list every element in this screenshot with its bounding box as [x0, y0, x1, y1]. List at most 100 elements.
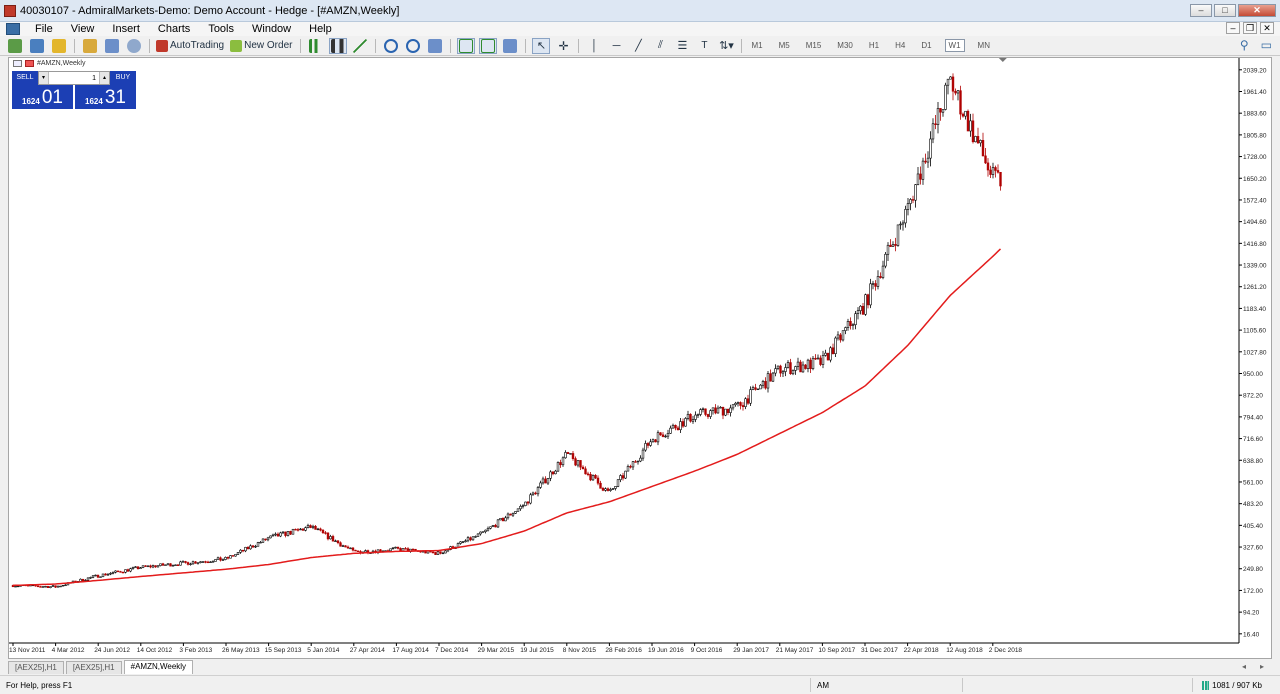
menu-charts[interactable]: Charts [149, 23, 199, 35]
candle-body [774, 368, 777, 374]
candle-body [741, 405, 745, 407]
candle-body [251, 545, 255, 548]
candle-body [516, 508, 520, 512]
close-button[interactable]: ✕ [1238, 4, 1276, 17]
menu-help[interactable]: Help [300, 23, 341, 35]
profiles-button[interactable] [28, 38, 46, 54]
candle-body [986, 162, 990, 171]
candle-body [764, 381, 767, 389]
chart-window-icon[interactable] [6, 23, 20, 35]
cursor-button[interactable]: ↖ [532, 37, 551, 54]
zoom-in-button[interactable] [382, 38, 400, 54]
timeframe-h1[interactable]: H1 [866, 40, 882, 51]
sell-price[interactable]: 1624 01 [12, 85, 73, 109]
arrows-button[interactable]: ⇅▾ [717, 38, 735, 54]
timeframe-m5[interactable]: M5 [776, 40, 793, 51]
menu-view[interactable]: View [62, 23, 104, 35]
lot-increase-button[interactable]: ▴ [99, 72, 109, 84]
candle-body [464, 540, 467, 543]
y-tick-label: 94.20 [1243, 610, 1260, 617]
zoom-out-button[interactable] [404, 38, 422, 54]
candle-body [656, 432, 660, 443]
mdi-restore-button[interactable]: ❐ [1243, 22, 1257, 34]
timeframe-mn[interactable]: MN [975, 40, 993, 51]
buy-price[interactable]: 1624 31 [75, 85, 136, 109]
equidistant-channel-button[interactable]: ⫽ [651, 38, 669, 54]
timeframe-d1[interactable]: D1 [918, 40, 934, 51]
candle-body [279, 532, 282, 537]
timeframe-m1[interactable]: M1 [748, 40, 765, 51]
candle-body [709, 410, 712, 417]
x-tick-label: 22 Apr 2018 [904, 647, 939, 654]
y-tick-label: 405.40 [1243, 523, 1263, 530]
candle-body [866, 294, 870, 306]
indicators-button[interactable] [501, 38, 519, 54]
autotrading-button[interactable]: AutoTrading [156, 38, 226, 54]
trendline-icon: ╱ [635, 40, 642, 52]
chart-window[interactable]: 2039.20 1961.40 1883.60 1805.80 1728.00 1650.… [8, 57, 1272, 659]
candle-body [514, 511, 517, 514]
terminal-button[interactable] [103, 38, 121, 54]
tab-aex25-h1-a[interactable]: [AEX25],H1 [8, 661, 64, 674]
menu-bar: File View Insert Charts Tools Window Hel… [0, 22, 1280, 36]
candle-body [731, 404, 735, 409]
chart-shift-button[interactable] [479, 37, 498, 54]
autoscroll-button[interactable] [457, 37, 476, 54]
candle-body [349, 547, 352, 550]
line-chart-button[interactable] [351, 38, 369, 54]
market-watch-button[interactable] [50, 38, 68, 54]
chart-menu-icon[interactable] [13, 60, 22, 67]
candle-body [556, 462, 560, 472]
bar-chart-button[interactable] [307, 38, 325, 54]
candle-body [851, 324, 855, 326]
candle-body [351, 547, 355, 551]
menu-file[interactable]: File [26, 23, 62, 35]
candle-body [899, 223, 902, 226]
sell-button[interactable]: SELL [12, 71, 38, 85]
y-tick-label: 1650.20 [1243, 176, 1267, 183]
minimize-button[interactable]: – [1190, 4, 1212, 17]
horizontal-line-button[interactable]: ─ [607, 38, 625, 54]
timeframe-m15[interactable]: M15 [803, 40, 825, 51]
menu-insert[interactable]: Insert [103, 23, 149, 35]
timeframe-h4[interactable]: H4 [892, 40, 908, 51]
trendline-button[interactable]: ╱ [629, 38, 647, 54]
maximize-button[interactable]: □ [1214, 4, 1236, 17]
menu-window[interactable]: Window [243, 23, 300, 35]
lot-size-field[interactable]: ▾ 1 ▴ [38, 71, 110, 85]
tile-windows-button[interactable] [426, 38, 444, 54]
candle-body [529, 494, 532, 504]
candle-body [46, 586, 50, 588]
new-order-button[interactable]: New Order [230, 38, 294, 54]
candle-body [459, 541, 462, 544]
candle-body [289, 531, 292, 535]
text-button[interactable]: T [695, 38, 713, 54]
new-chart-button[interactable] [6, 38, 24, 54]
chat-icon[interactable]: ▭ [1261, 38, 1272, 52]
lot-size-value[interactable]: 1 [49, 75, 99, 82]
candle-body [734, 402, 737, 406]
timeframe-w1[interactable]: W1 [944, 39, 965, 52]
lot-decrease-button[interactable]: ▾ [39, 72, 49, 84]
fibonacci-button[interactable]: ☰ [673, 38, 691, 54]
navigator-button[interactable] [81, 38, 99, 54]
tab-aex25-h1-b[interactable]: [AEX25],H1 [65, 661, 122, 674]
candle-body [706, 414, 710, 417]
mdi-close-button[interactable]: ✕ [1260, 22, 1274, 34]
connection-status[interactable]: 1081 / 907 Kb [1202, 680, 1262, 690]
crosshair-button[interactable]: ✛ [554, 38, 572, 54]
buy-button[interactable]: BUY [110, 71, 136, 85]
menu-tools[interactable]: Tools [199, 23, 243, 35]
price-chart[interactable]: 2039.20 1961.40 1883.60 1805.80 1728.00 1650.… [9, 58, 1271, 658]
tab-scroll-right-icon[interactable]: ▸ [1260, 662, 1264, 671]
mdi-minimize-button[interactable]: – [1226, 22, 1240, 34]
tab-scroll-left-icon[interactable]: ◂ [1242, 662, 1246, 671]
timeframe-m30[interactable]: M30 [834, 40, 856, 51]
search-icon[interactable]: ⚲ [1240, 38, 1249, 52]
signals-button[interactable] [125, 38, 143, 54]
candlestick-button[interactable] [329, 37, 348, 54]
vertical-line-button[interactable]: │ [585, 38, 603, 54]
candle-body [219, 557, 222, 561]
tab-amzn-weekly[interactable]: #AMZN,Weekly [123, 660, 194, 674]
candle-body [929, 138, 932, 159]
